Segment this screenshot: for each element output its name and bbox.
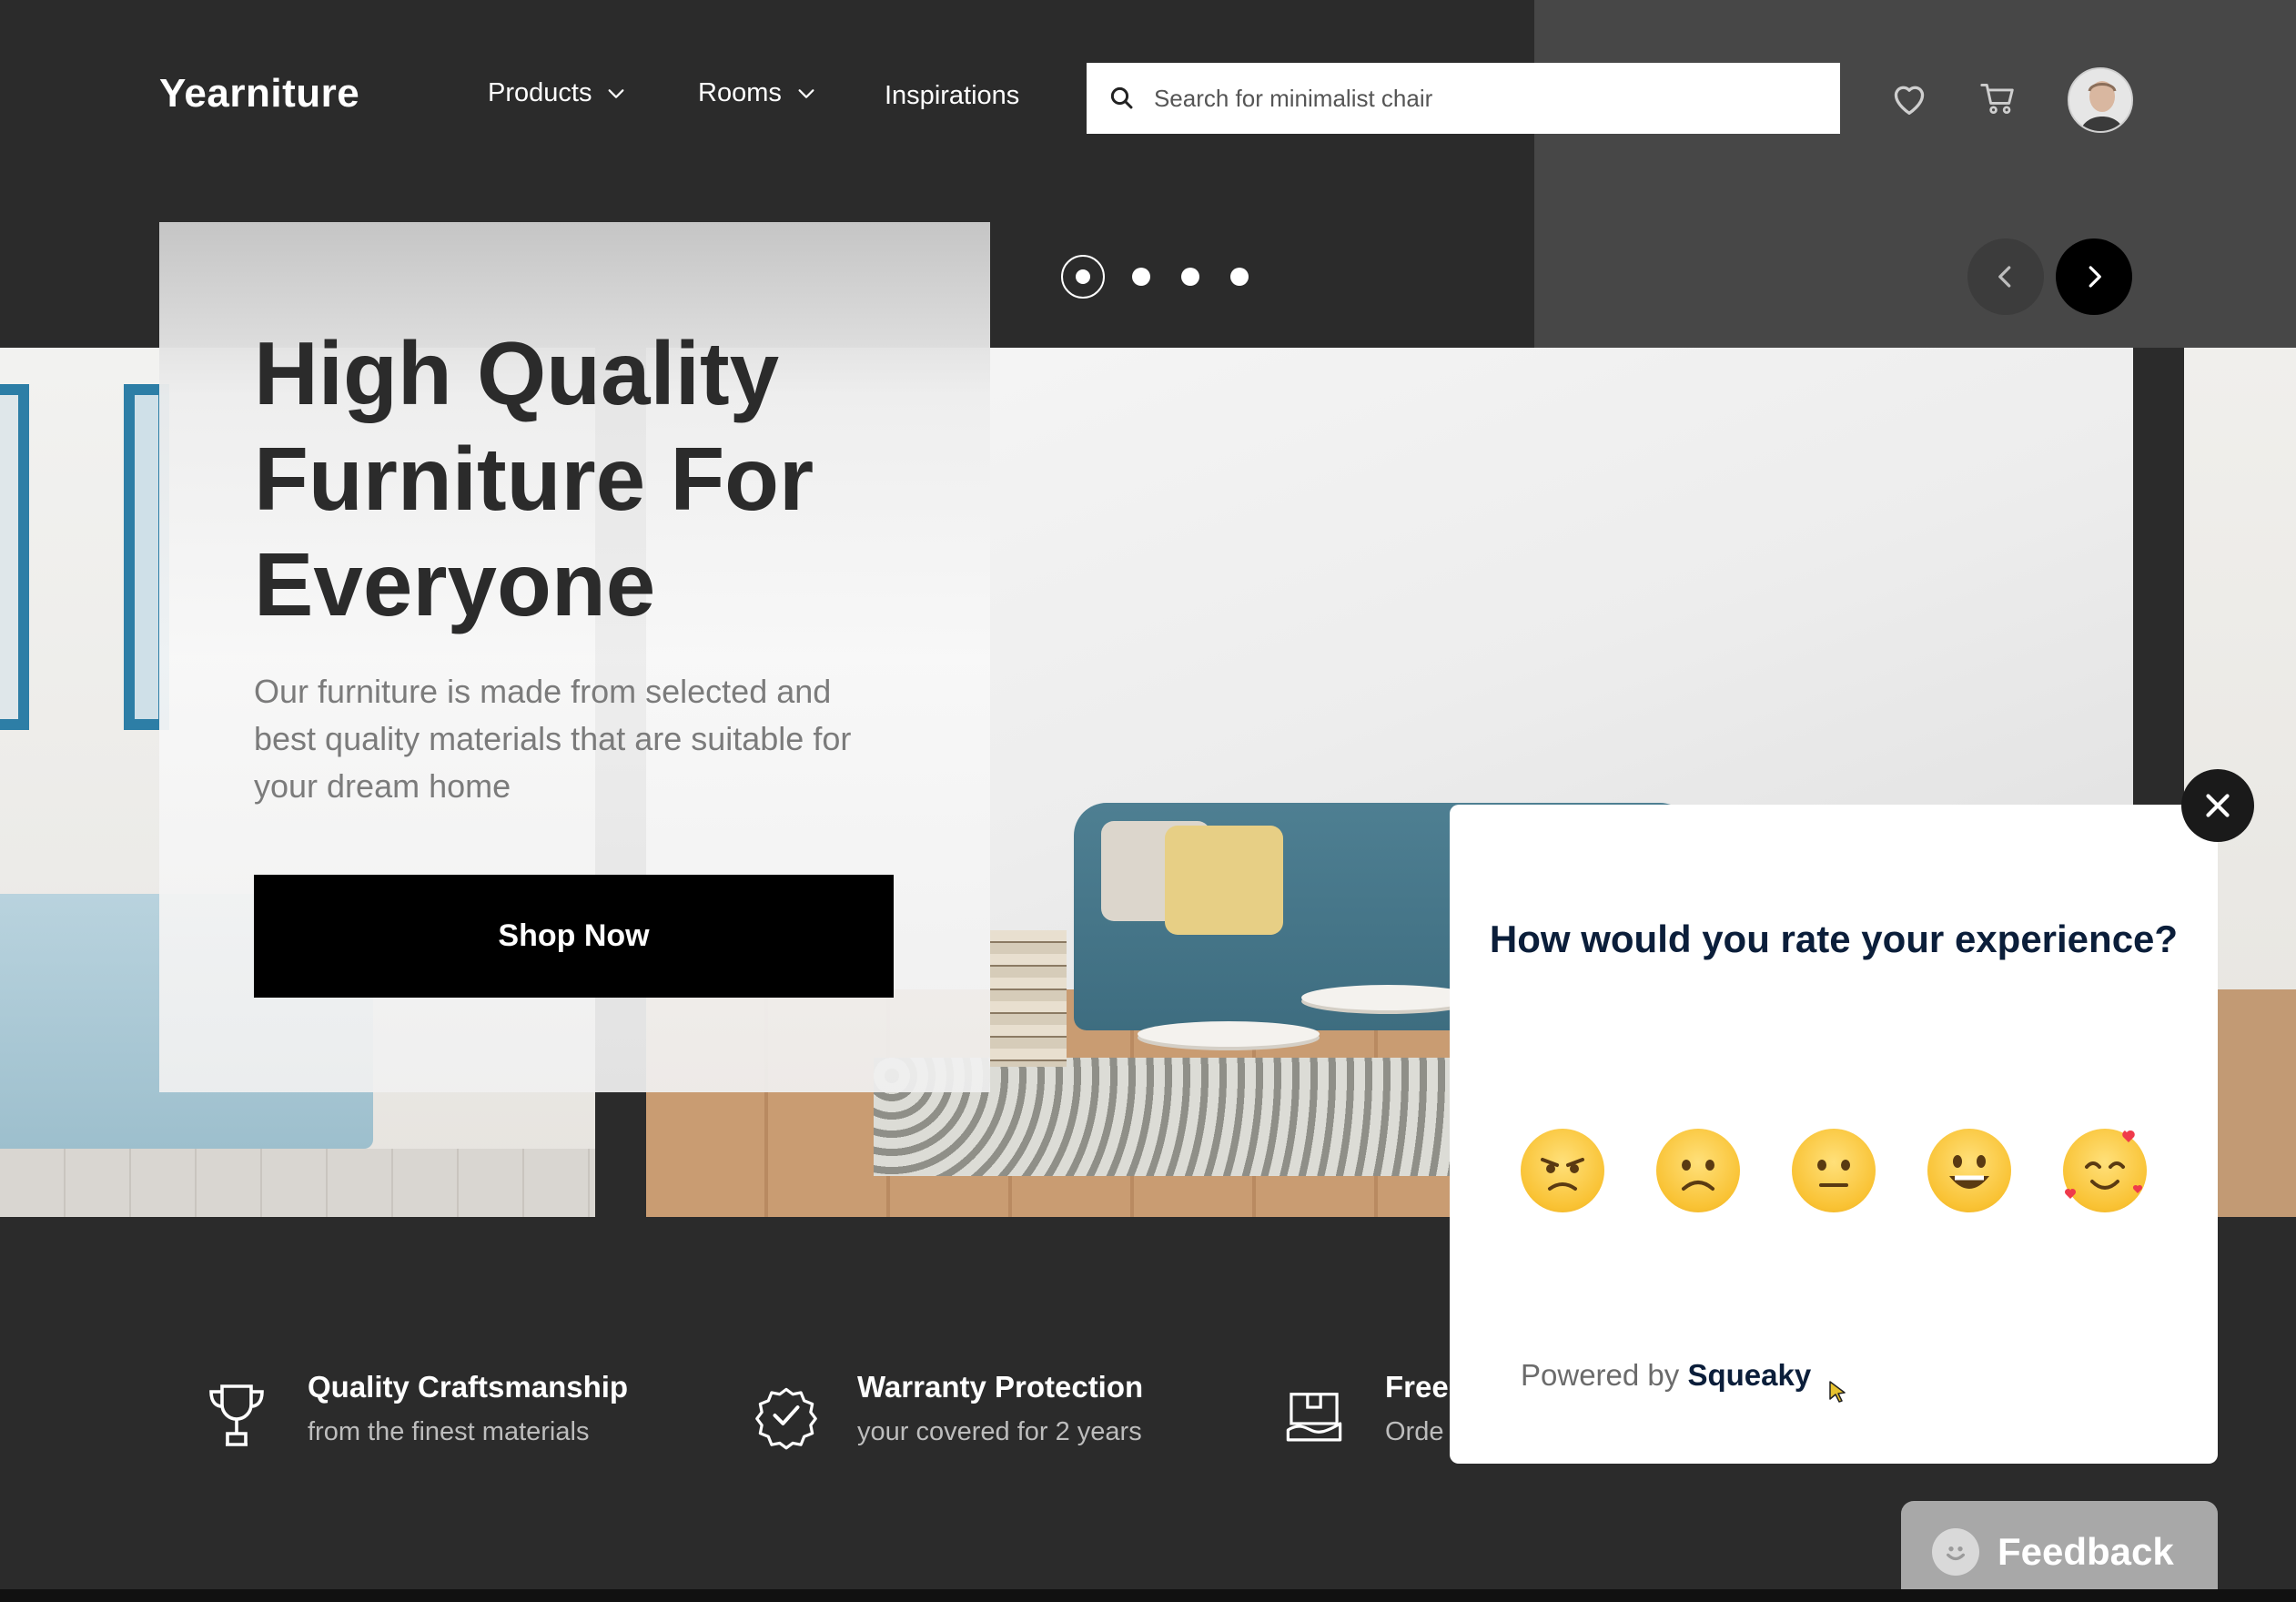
happy-face-icon [1949, 1155, 1989, 1189]
powered-by: Powered by Squeaky [1521, 1358, 1811, 1393]
floor-image [0, 1149, 595, 1217]
chevron-right-icon [2089, 266, 2101, 288]
feature-subtitle: Orde [1385, 1417, 1444, 1446]
chevron-left-icon [1998, 266, 2011, 288]
chevron-down-icon [798, 88, 814, 98]
powered-by-label: Powered by [1521, 1358, 1680, 1392]
feedback-question: How would you rate your experience? [1489, 918, 2179, 960]
mouse-cursor-icon [1829, 1381, 1846, 1403]
angry-face-icon [1541, 1158, 1584, 1191]
feature-subtitle: your covered for 2 years [857, 1417, 1142, 1446]
feedback-tab-button[interactable]: Feedback [1901, 1501, 2218, 1602]
feature-subtitle: from the finest materials [308, 1417, 590, 1446]
close-icon [2206, 794, 2230, 817]
feedback-popup: How would you rate your experience? Powe… [1450, 805, 2218, 1464]
close-popup-button[interactable] [2181, 769, 2254, 842]
feature-title: Warranty Protection [857, 1370, 1144, 1404]
coffee-table-image [1301, 985, 1474, 1010]
rating-neutral-emoji[interactable] [1792, 1129, 1876, 1212]
avatar[interactable] [2068, 67, 2133, 133]
nav-rooms[interactable]: Rooms [698, 78, 816, 108]
feature-title: Free [1385, 1370, 1449, 1404]
carousel-dot-2[interactable] [1132, 268, 1150, 286]
cart-button[interactable] [1977, 76, 2020, 120]
nav-products-label: Products [488, 78, 592, 107]
search-input[interactable] [1153, 84, 1818, 113]
header-right-panel [1534, 0, 2296, 348]
search-icon [1110, 86, 1133, 109]
heart-icon [1894, 86, 1925, 115]
coffee-table-image [1138, 1021, 1320, 1047]
box-icon [1286, 1393, 1342, 1442]
bottom-edge [0, 1589, 2296, 1602]
logo[interactable]: Yearniture [159, 71, 359, 117]
books-image [990, 930, 1067, 1067]
hero-card: High Quality Furniture For Everyone Our … [159, 222, 990, 1092]
nav-products[interactable]: Products [488, 78, 626, 108]
feedback-tab-label: Feedback [1998, 1529, 2174, 1573]
smiling-hearts-face-icon [2065, 1131, 2143, 1199]
squeaky-brand-link[interactable]: Squeaky [1687, 1358, 1811, 1392]
feature-free-shipping: Free Orde [1283, 1370, 1449, 1450]
nav-inspirations-label: Inspirations [885, 81, 1020, 110]
carousel-dot-1[interactable] [1061, 255, 1105, 299]
hero-title: High Quality Furniture For Everyone [254, 323, 814, 634]
carousel-next-button[interactable] [2056, 238, 2132, 315]
carousel-dots [1061, 255, 1249, 299]
wall-frame [0, 384, 29, 730]
neutral-face-icon [1817, 1160, 1850, 1187]
feature-warranty: Warranty Protection your covered for 2 y… [755, 1370, 1143, 1450]
feature-quality: Quality Craftsmanship from the finest ma… [206, 1370, 628, 1450]
chevron-down-icon [609, 88, 624, 98]
page: Yearniture Products Rooms Inspirations S… [0, 0, 2296, 1602]
rating-happy-emoji[interactable] [1927, 1129, 2011, 1212]
wishlist-button[interactable] [1887, 76, 1931, 120]
nav-inspirations[interactable]: Inspirations [885, 81, 1019, 111]
nav-rooms-label: Rooms [698, 78, 782, 107]
trophy-icon [209, 1384, 264, 1446]
carousel-prev-button[interactable] [1967, 238, 2044, 315]
carousel-dot-4[interactable] [1230, 268, 1249, 286]
sad-face-icon [1682, 1160, 1714, 1191]
check-badge-icon [755, 1387, 817, 1450]
carousel-dot-3[interactable] [1181, 268, 1199, 286]
rating-sad-emoji[interactable] [1656, 1129, 1740, 1212]
shop-now-button[interactable]: Shop Now [254, 875, 894, 998]
rating-options [1521, 1129, 2147, 1212]
smiley-icon [1932, 1527, 1979, 1576]
feature-title: Quality Craftsmanship [308, 1370, 629, 1404]
hero-subtitle: Our furniture is made from selected and … [254, 673, 852, 805]
cart-icon [1980, 84, 2014, 114]
rating-angry-emoji[interactable] [1521, 1129, 1604, 1212]
search-bar[interactable] [1087, 63, 1840, 134]
pillow-image [1165, 826, 1283, 935]
rating-love-emoji[interactable] [2063, 1129, 2147, 1212]
